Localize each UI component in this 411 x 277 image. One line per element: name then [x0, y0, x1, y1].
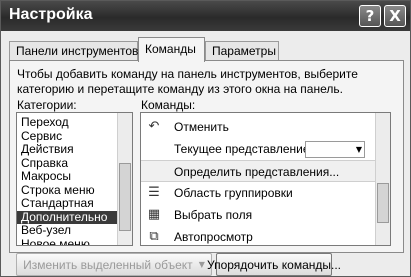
chevron-down-icon: ▼	[198, 260, 205, 269]
category-item[interactable]: Стандартная	[17, 197, 118, 211]
window-title: Настройка	[9, 6, 93, 23]
category-item[interactable]: Сервис	[17, 129, 118, 144]
instructions-text: Чтобы добавить команду на панель инструм…	[17, 67, 358, 96]
rearrange-commands-label: Упорядочить команды...	[207, 257, 341, 272]
modify-selection-button[interactable]: Изменить выделенный объект ▼	[16, 253, 212, 276]
command-label: Определить представления...	[174, 165, 340, 179]
command-label: Выбрать поля	[174, 208, 253, 222]
category-item-selected[interactable]: Дополнительно	[17, 210, 118, 224]
title-bar[interactable]: Настройка ? X	[1, 1, 410, 31]
categories-items: Переход Сервис Действия Справка Макросы …	[17, 113, 118, 245]
category-item[interactable]: Макросы	[17, 170, 118, 184]
close-icon: X	[389, 7, 401, 25]
categories-list[interactable]: Переход Сервис Действия Справка Макросы …	[16, 112, 133, 246]
category-item[interactable]: Веб-узел	[17, 224, 118, 238]
categories-scrollbar[interactable]	[117, 113, 132, 245]
modify-selection-label: Изменить выделенный объект	[23, 257, 193, 272]
category-item[interactable]: Новое меню	[17, 237, 118, 245]
customize-dialog: Настройка ? X Панели инструментов Команд…	[0, 0, 411, 277]
command-label: Текущее представление	[174, 142, 310, 156]
tab-toolbars[interactable]: Панели инструментов	[9, 41, 138, 61]
category-item[interactable]: Строка меню	[17, 183, 118, 198]
command-item-group-area[interactable]: ☰ Область группировки	[141, 182, 376, 204]
command-item-undo[interactable]: ↶ Отменить	[141, 116, 376, 138]
help-icon: ?	[365, 7, 375, 25]
help-button[interactable]: ?	[359, 5, 381, 27]
command-label: Область группировки	[174, 186, 293, 200]
command-item-define-views[interactable]: Определить представления...	[141, 160, 376, 182]
command-item-autopreview[interactable]: ⧉ Автопросмотр	[141, 226, 376, 245]
command-item-field-chooser[interactable]: ▦ Выбрать поля	[141, 204, 376, 226]
field-chooser-icon: ▦	[147, 207, 161, 222]
close-button[interactable]: X	[384, 5, 406, 27]
categories-label: Категории:	[17, 98, 77, 112]
command-item-current-view[interactable]: Текущее представление ▼	[141, 138, 376, 160]
category-item[interactable]: Переход	[17, 116, 118, 130]
autopreview-icon: ⧉	[149, 229, 159, 244]
commands-scroll-thumb[interactable]	[377, 183, 389, 223]
chevron-down-icon: ▼	[355, 145, 362, 154]
command-label: Автопросмотр	[174, 230, 253, 244]
category-item[interactable]: Действия	[17, 143, 118, 157]
commands-label: Команды:	[141, 98, 196, 112]
undo-icon: ↶	[148, 119, 160, 134]
tab-commands[interactable]: Команды	[138, 37, 205, 62]
tab-strip: Панели инструментов Команды Параметры	[1, 37, 410, 62]
group-area-icon: ☰	[148, 185, 160, 200]
current-view-combo[interactable]: ▼	[305, 141, 365, 158]
rearrange-commands-button[interactable]: Упорядочить команды...	[207, 253, 341, 276]
category-item[interactable]: Справка	[17, 156, 118, 171]
commands-list[interactable]: ↶ Отменить Текущее представление ▼ Опред…	[140, 112, 391, 246]
command-label: Отменить	[174, 120, 229, 134]
tab-options[interactable]: Параметры	[205, 41, 279, 61]
categories-scroll-thumb[interactable]	[119, 163, 131, 231]
commands-scrollbar[interactable]	[375, 113, 390, 245]
